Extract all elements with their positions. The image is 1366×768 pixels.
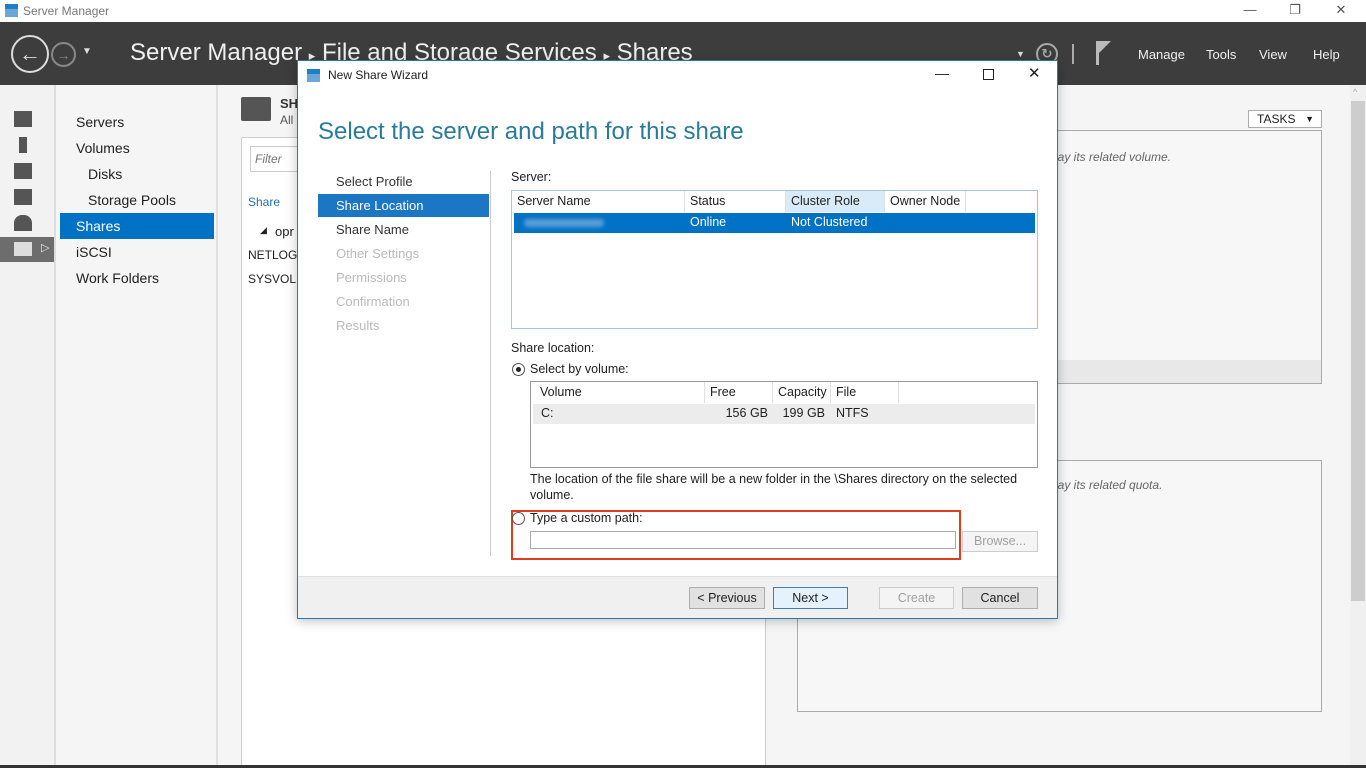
dialog-maximize-button[interactable] xyxy=(983,69,994,80)
arrow-right-icon: → xyxy=(56,46,71,63)
restore-button[interactable]: ❐ xyxy=(1285,2,1305,18)
forward-button[interactable]: → xyxy=(51,42,76,67)
select-by-volume-radio[interactable] xyxy=(512,363,525,376)
share-row[interactable]: SYSVOL xyxy=(248,272,296,286)
nav-shares[interactable]: Shares xyxy=(60,213,214,239)
col-status[interactable]: Status xyxy=(685,191,786,212)
separator xyxy=(1072,44,1074,64)
step-share-name[interactable]: Share Name xyxy=(318,218,489,241)
dashboard-icon[interactable] xyxy=(14,111,32,127)
nav-iscsi[interactable]: iSCSI xyxy=(60,239,214,265)
col-owner-node[interactable]: Owner Node xyxy=(885,191,966,212)
app-icon xyxy=(5,4,18,17)
local-server-icon[interactable] xyxy=(19,137,27,153)
create-button[interactable]: Create xyxy=(879,587,954,609)
wizard-footer: < Previous Next > Create Cancel xyxy=(298,576,1057,618)
steps-divider xyxy=(490,171,491,556)
storage-nav: Servers Volumes Disks Storage Pools Shar… xyxy=(58,85,218,768)
volume-name: C: xyxy=(541,406,554,420)
icon-strip: ▷ xyxy=(0,85,56,768)
history-dropdown-icon[interactable]: ▼ xyxy=(82,46,92,57)
nav-storage-pools[interactable]: Storage Pools xyxy=(60,187,214,213)
server-cluster-role: Not Clustered xyxy=(791,215,868,229)
server-label: Server: xyxy=(511,170,552,184)
volume-table: Volume Free Space Capacity File System C… xyxy=(530,381,1038,468)
volume-capacity: 199 GB xyxy=(782,406,825,420)
shares-subtitle: All xyxy=(280,113,294,127)
server-table: Server Name Status Cluster Role Owner No… xyxy=(511,190,1038,329)
volume-row[interactable]: C: 156 GB 199 GB NTFS xyxy=(533,404,1035,424)
shares-title: SH xyxy=(280,96,299,111)
window-titlebar: Server Manager — ❐ ✕ xyxy=(0,0,1366,22)
menu-help[interactable]: Help xyxy=(1313,47,1340,62)
close-button[interactable]: ✕ xyxy=(1331,2,1351,18)
step-permissions: Permissions xyxy=(336,270,407,285)
col-cluster-role[interactable]: Cluster Role xyxy=(786,191,885,212)
minimize-button[interactable]: — xyxy=(1240,2,1260,17)
custom-path-input[interactable] xyxy=(530,531,956,549)
vertical-scrollbar[interactable]: ^ xyxy=(1350,85,1366,768)
dropdown-icon[interactable]: ▼ xyxy=(1016,49,1025,59)
col-server-name[interactable]: Server Name xyxy=(512,191,685,212)
menu-manage[interactable]: Manage xyxy=(1138,47,1185,62)
step-confirmation: Confirmation xyxy=(336,294,410,309)
iis-icon[interactable] xyxy=(14,215,32,231)
new-share-wizard-dialog: New Share Wizard — ✕ Select the server a… xyxy=(297,60,1058,619)
tasks-label: TASKS xyxy=(1257,112,1296,126)
wizard-heading: Select the server and path for this shar… xyxy=(318,118,744,145)
tasks-button[interactable]: TASKS ▼ xyxy=(1248,110,1322,128)
dialog-close-button[interactable]: ✕ xyxy=(1028,64,1041,82)
shares-folder-icon xyxy=(14,242,32,256)
menu-tools[interactable]: Tools xyxy=(1206,47,1236,62)
all-servers-icon[interactable] xyxy=(14,163,32,179)
col-capacity[interactable]: Capacity xyxy=(773,382,831,403)
nav-disks[interactable]: Disks xyxy=(60,161,214,187)
file-services-icon[interactable] xyxy=(14,189,32,205)
notifications-flag-icon[interactable] xyxy=(1096,41,1111,65)
custom-path-radio[interactable] xyxy=(512,512,525,525)
col-volume[interactable]: Volume xyxy=(531,382,705,403)
quota-hint: lay its related quota. xyxy=(1055,478,1163,492)
chevron-down-icon: ▼ xyxy=(1305,114,1314,124)
browse-button[interactable]: Browse... xyxy=(962,531,1038,552)
arrow-left-icon: ← xyxy=(19,41,41,66)
group-label: opr xyxy=(275,224,294,239)
scrollbar-thumb[interactable] xyxy=(1351,101,1365,601)
back-button[interactable]: ← xyxy=(11,35,49,73)
custom-path-label[interactable]: Type a custom path: xyxy=(530,511,643,525)
next-button[interactable]: Next > xyxy=(773,587,848,609)
window-title: Server Manager xyxy=(23,4,110,18)
wizard-icon xyxy=(307,69,320,82)
step-select-profile[interactable]: Select Profile xyxy=(318,170,489,193)
share-column-header[interactable]: Share xyxy=(248,195,280,209)
col-file-system[interactable]: File System xyxy=(831,382,899,420)
storage-services-active[interactable]: ▷ xyxy=(0,237,54,262)
volume-fs: NTFS xyxy=(836,406,869,420)
location-description: The location of the file share will be a… xyxy=(530,472,1018,502)
step-results: Results xyxy=(336,318,380,333)
nav-work-folders[interactable]: Work Folders xyxy=(60,265,214,291)
server-row[interactable]: Online Not Clustered xyxy=(514,213,1035,233)
dialog-minimize-button[interactable]: — xyxy=(935,65,949,81)
step-other-settings: Other Settings xyxy=(336,246,420,261)
nav-volumes[interactable]: Volumes xyxy=(60,135,214,161)
scroll-up-icon[interactable]: ^ xyxy=(1353,87,1357,97)
col-free-space[interactable]: Free Space xyxy=(705,382,773,420)
breadcrumb-item[interactable]: Server Manager xyxy=(130,39,302,66)
menu-view[interactable]: View xyxy=(1259,47,1287,62)
step-share-location[interactable]: Share Location xyxy=(318,194,489,217)
shares-icon xyxy=(241,97,271,121)
volume-free: 156 GB xyxy=(725,406,768,420)
server-name-redacted xyxy=(524,219,604,227)
cancel-button[interactable]: Cancel xyxy=(962,587,1038,609)
dialog-title: New Share Wizard xyxy=(328,68,429,82)
expand-arrow-icon: ▷ xyxy=(41,242,50,254)
server-status: Online xyxy=(690,215,727,229)
share-location-label: Share location: xyxy=(511,341,595,355)
select-by-volume-label[interactable]: Select by volume: xyxy=(530,362,629,376)
nav-servers[interactable]: Servers xyxy=(60,109,214,135)
volume-hint: lay its related volume. xyxy=(1055,150,1172,164)
previous-button[interactable]: < Previous xyxy=(689,587,765,609)
collapse-icon[interactable]: ◢ xyxy=(260,225,267,236)
